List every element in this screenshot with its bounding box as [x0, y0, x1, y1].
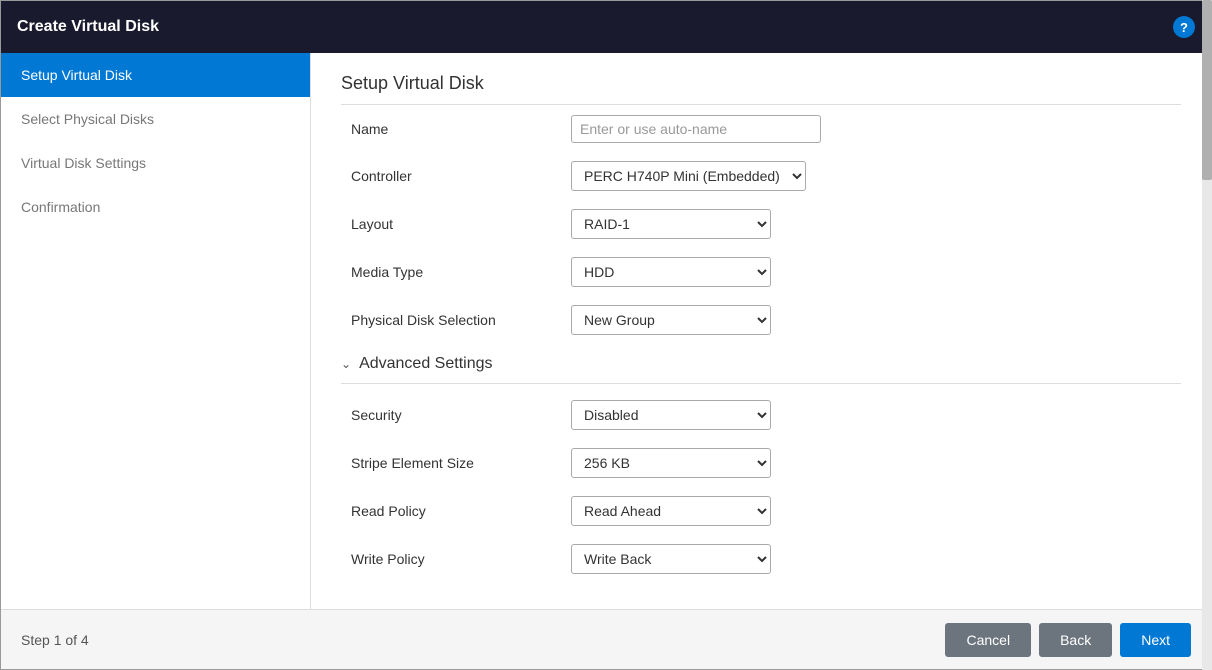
step-indicator: Step 1 of 4 [21, 632, 89, 648]
controller-select[interactable]: PERC H740P Mini (Embedded) [571, 161, 806, 191]
read-policy-row: Read Policy Read Ahead No Read Ahead Ada… [341, 496, 1181, 526]
scrollbar-track [1202, 53, 1211, 609]
sidebar-item-select-physical-disks[interactable]: Select Physical Disks [1, 97, 310, 141]
section-title: Setup Virtual Disk [341, 73, 1181, 105]
stripe-element-size-label: Stripe Element Size [351, 455, 571, 471]
back-button[interactable]: Back [1039, 623, 1112, 657]
controller-row: Controller PERC H740P Mini (Embedded) [341, 161, 1181, 191]
name-row: Name [341, 115, 1181, 143]
write-policy-label: Write Policy [351, 551, 571, 567]
dialog-header: Create Virtual Disk ? [1, 1, 1211, 53]
physical-disk-selection-label: Physical Disk Selection [351, 312, 571, 328]
media-type-label: Media Type [351, 264, 571, 280]
sidebar-item-setup-virtual-disk[interactable]: Setup Virtual Disk [1, 53, 310, 97]
chevron-down-icon: ⌄ [341, 357, 351, 371]
dialog-title: Create Virtual Disk [17, 18, 159, 36]
name-label: Name [351, 121, 571, 137]
create-virtual-disk-dialog: Create Virtual Disk ? Setup Virtual Disk… [0, 0, 1212, 670]
layout-label: Layout [351, 216, 571, 232]
security-row: Security Disabled Enabled [341, 400, 1181, 430]
physical-disk-selection-select[interactable]: New Group [571, 305, 771, 335]
media-type-row: Media Type HDD SSD [341, 257, 1181, 287]
controller-label: Controller [351, 168, 571, 184]
read-policy-label: Read Policy [351, 503, 571, 519]
layout-select[interactable]: RAID-1 RAID-0 RAID-5 RAID-6 RAID-10 [571, 209, 771, 239]
help-icon[interactable]: ? [1173, 16, 1195, 38]
next-button[interactable]: Next [1120, 623, 1191, 657]
security-label: Security [351, 407, 571, 423]
cancel-button[interactable]: Cancel [945, 623, 1031, 657]
advanced-settings-toggle[interactable]: ⌄ Advanced Settings [341, 355, 1181, 384]
layout-row: Layout RAID-1 RAID-0 RAID-5 RAID-6 RAID-… [341, 209, 1181, 239]
main-content: Setup Virtual Disk Name Controller PERC … [311, 53, 1211, 609]
dialog-footer: Step 1 of 4 Cancel Back Next [1, 609, 1211, 669]
advanced-settings-section: ⌄ Advanced Settings Security Disabled En… [341, 355, 1181, 574]
name-input[interactable] [571, 115, 821, 143]
write-policy-select[interactable]: Write Back Write Through Force Write Bac… [571, 544, 771, 574]
stripe-element-size-row: Stripe Element Size 64 KB 128 KB 256 KB … [341, 448, 1181, 478]
scrollbar-thumb[interactable] [1202, 53, 1211, 180]
physical-disk-selection-row: Physical Disk Selection New Group [341, 305, 1181, 335]
sidebar: Setup Virtual Disk Select Physical Disks… [1, 53, 311, 609]
media-type-select[interactable]: HDD SSD [571, 257, 771, 287]
advanced-settings-label: Advanced Settings [359, 355, 492, 373]
stripe-element-size-select[interactable]: 64 KB 128 KB 256 KB 512 KB 1 MB [571, 448, 771, 478]
sidebar-item-confirmation[interactable]: Confirmation [1, 185, 310, 229]
read-policy-select[interactable]: Read Ahead No Read Ahead Adaptive Read A… [571, 496, 771, 526]
footer-buttons: Cancel Back Next [945, 623, 1191, 657]
write-policy-row: Write Policy Write Back Write Through Fo… [341, 544, 1181, 574]
sidebar-item-virtual-disk-settings[interactable]: Virtual Disk Settings [1, 141, 310, 185]
dialog-body: Setup Virtual Disk Select Physical Disks… [1, 53, 1211, 609]
security-select[interactable]: Disabled Enabled [571, 400, 771, 430]
